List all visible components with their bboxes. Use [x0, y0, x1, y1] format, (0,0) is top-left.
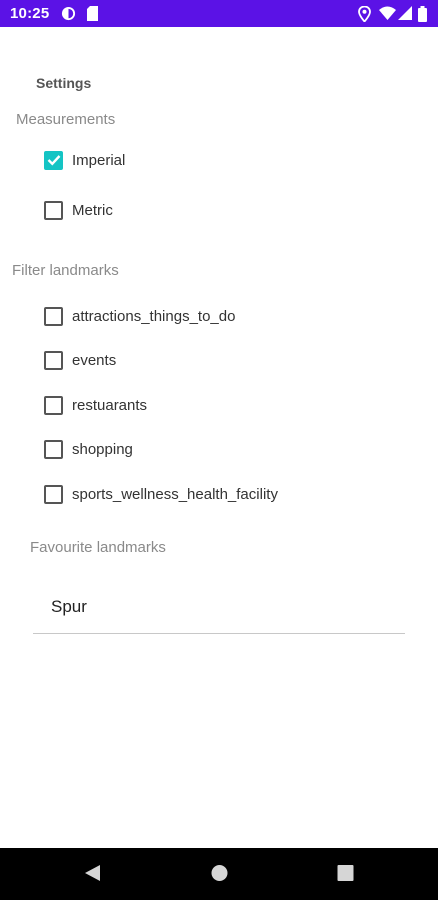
- attractions-label: attractions_things_to_do: [72, 307, 236, 325]
- restaurants-checkbox[interactable]: [44, 395, 63, 415]
- sports-checkbox[interactable]: [44, 484, 63, 504]
- metric-label: Metric: [72, 201, 113, 219]
- filter-events-option[interactable]: events: [44, 349, 116, 371]
- events-checkbox[interactable]: [44, 350, 63, 370]
- data-saver-icon: [61, 6, 76, 26]
- filter-attractions-option[interactable]: attractions_things_to_do: [44, 305, 235, 327]
- status-bar: 10:25: [0, 0, 438, 27]
- battery-icon: [418, 6, 427, 27]
- back-icon[interactable]: [84, 864, 101, 887]
- settings-title: Settings: [36, 75, 92, 91]
- filter-landmarks-label: Filter landmarks: [12, 262, 119, 279]
- imperial-checkbox[interactable]: [44, 150, 63, 170]
- wifi-icon: [379, 6, 396, 26]
- navigation-bar: [0, 848, 438, 900]
- attractions-checkbox[interactable]: [44, 306, 63, 326]
- measurements-label: Measurements: [16, 111, 116, 128]
- recents-icon[interactable]: [337, 864, 354, 887]
- sports-label: sports_wellness_health_facility: [72, 485, 278, 503]
- filter-shopping-option[interactable]: shopping: [44, 438, 133, 460]
- status-time: 10:25: [10, 5, 50, 22]
- shopping-label: shopping: [72, 440, 133, 458]
- filter-sports-option[interactable]: sports_wellness_health_facility: [44, 483, 278, 505]
- metric-option[interactable]: Metric: [44, 199, 113, 221]
- events-label: events: [72, 351, 117, 369]
- favourite-landmarks-label: Favourite landmarks: [30, 539, 166, 556]
- imperial-option[interactable]: Imperial: [44, 149, 125, 171]
- filter-restaurants-option[interactable]: restuarants: [44, 394, 147, 416]
- sd-card-icon: [86, 6, 99, 26]
- favourite-landmark-divider: [33, 633, 405, 634]
- signal-icon: [398, 6, 412, 26]
- restaurants-label: restuarants: [72, 396, 148, 414]
- location-icon: [358, 5, 371, 27]
- home-icon[interactable]: [211, 864, 228, 887]
- shopping-checkbox[interactable]: [44, 439, 63, 459]
- favourite-landmark-value[interactable]: Spur: [51, 597, 87, 617]
- metric-checkbox[interactable]: [44, 200, 63, 220]
- imperial-label: Imperial: [72, 151, 126, 169]
